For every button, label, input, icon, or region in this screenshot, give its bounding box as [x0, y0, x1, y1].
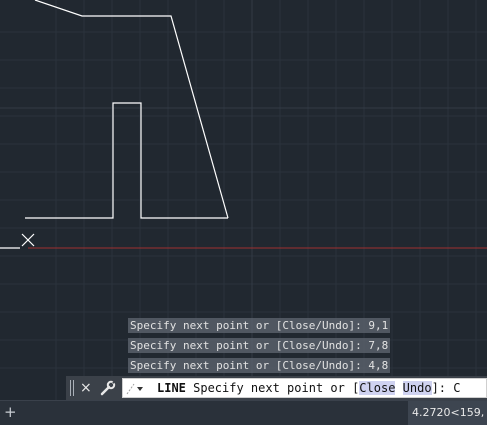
crosshair-cursor: [21, 233, 35, 247]
drag-handle[interactable]: [70, 380, 76, 396]
add-layout-button[interactable]: +: [4, 402, 17, 422]
option-undo[interactable]: Undo: [402, 381, 432, 395]
command-history-line: Specify next point or [Close/Undo]: 4,8: [128, 358, 391, 373]
close-icon[interactable]: ×: [80, 377, 92, 399]
command-input[interactable]: LINE Specify next point or [Close Undo]:…: [122, 378, 487, 398]
option-close[interactable]: Close: [359, 381, 396, 395]
command-prompt-icon[interactable]: [125, 381, 145, 395]
command-history-line: Specify next point or [Close/Undo]: 9,1: [128, 318, 391, 333]
command-bar: × LINE Specify next point or [Close Undo…: [66, 376, 487, 400]
prompt-suffix: ]:: [431, 381, 454, 395]
command-line-text: LINE Specify next point or [Close Undo]:…: [157, 379, 460, 397]
drawn-line-upper: [34, 0, 229, 219]
command-history-line: Specify next point or [Close/Undo]: 7,8: [128, 338, 391, 353]
typed-input: C: [453, 381, 461, 395]
drawn-line-lower: [25, 102, 228, 219]
coordinate-readout[interactable]: 4.2720<159, 0: [408, 401, 487, 425]
command-name: LINE: [157, 381, 186, 395]
command-prompt: Specify next point or [: [185, 381, 360, 395]
